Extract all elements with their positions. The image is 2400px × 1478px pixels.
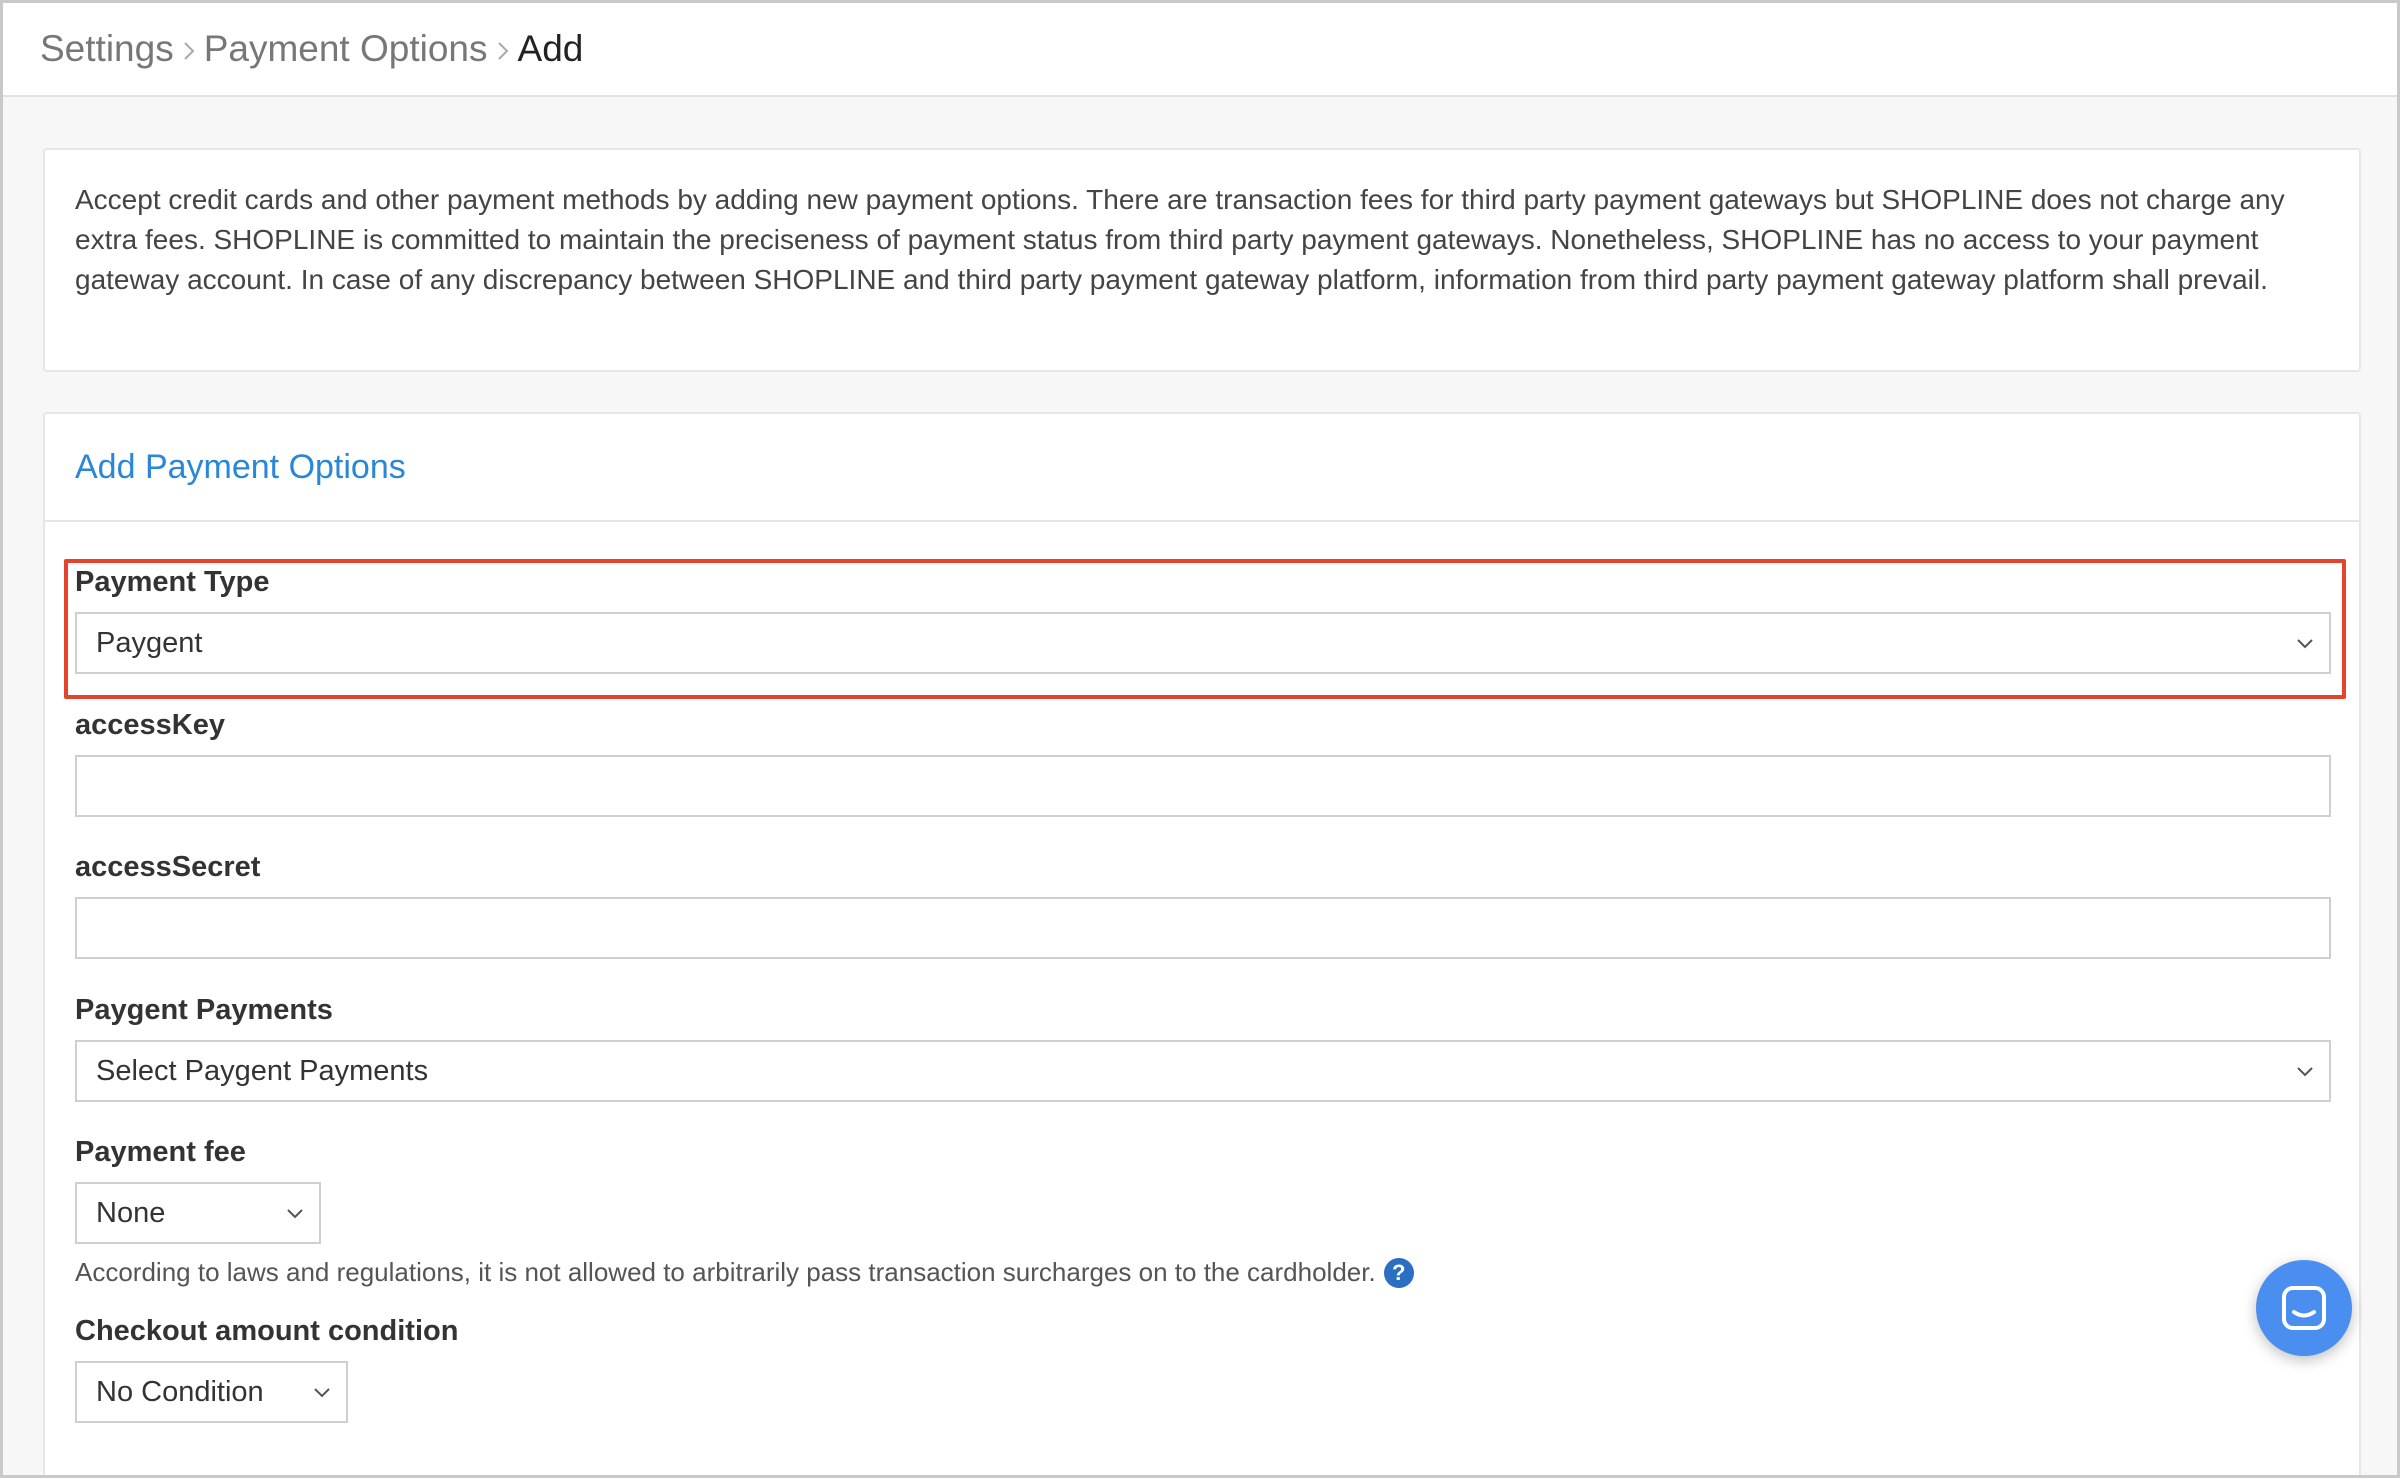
breadcrumb: Settings Payment Options Add — [3, 3, 2397, 97]
access-secret-input[interactable] — [75, 897, 2331, 959]
question-circle-icon[interactable]: ? — [1383, 1257, 1414, 1288]
access-key-input[interactable] — [75, 755, 2331, 817]
app-frame: Settings Payment Options Add Accept cred… — [0, 0, 2400, 1478]
form-header: Add Payment Options — [45, 414, 2359, 522]
checkout-condition-label: Checkout amount condition — [75, 1315, 459, 1347]
payment-type-label: Payment Type — [75, 566, 270, 598]
breadcrumb-payment-options[interactable]: Payment Options — [204, 28, 488, 70]
payment-fee-value: None — [96, 1196, 166, 1229]
form-title: Add Payment Options — [75, 447, 406, 486]
chevron-right-icon — [174, 28, 204, 70]
paygent-payments-select[interactable]: Select Paygent Payments — [75, 1040, 2331, 1102]
chevron-right-icon — [488, 28, 518, 70]
checkout-condition-value: No Condition — [96, 1375, 264, 1408]
payment-fee-note: According to laws and regulations, it is… — [75, 1257, 1414, 1288]
paygent-payments-label: Paygent Payments — [75, 994, 333, 1026]
chat-button[interactable] — [2256, 1260, 2352, 1356]
access-secret-label: accessSecret — [75, 851, 261, 883]
breadcrumb-settings[interactable]: Settings — [40, 28, 174, 70]
chevron-down-icon — [2297, 1067, 2313, 1077]
chevron-down-icon — [314, 1388, 330, 1398]
access-key-label: accessKey — [75, 709, 225, 741]
info-card: Accept credit cards and other payment me… — [43, 148, 2361, 372]
payment-type-select[interactable]: Paygent — [75, 612, 2331, 674]
payment-type-value: Paygent — [96, 626, 203, 659]
info-text: Accept credit cards and other payment me… — [75, 184, 2285, 295]
payment-fee-label: Payment fee — [75, 1136, 246, 1168]
chevron-down-icon — [287, 1209, 303, 1219]
checkout-condition-select[interactable]: No Condition — [75, 1361, 348, 1423]
payment-fee-note-text: According to laws and regulations, it is… — [75, 1257, 1376, 1287]
paygent-payments-value: Select Paygent Payments — [96, 1054, 429, 1087]
chevron-down-icon — [2297, 639, 2313, 649]
chat-icon — [2282, 1286, 2326, 1330]
add-payment-form: Add Payment Options Payment Type Paygent… — [43, 412, 2361, 1475]
breadcrumb-current: Add — [517, 28, 584, 69]
payment-fee-select[interactable]: None — [75, 1182, 321, 1244]
